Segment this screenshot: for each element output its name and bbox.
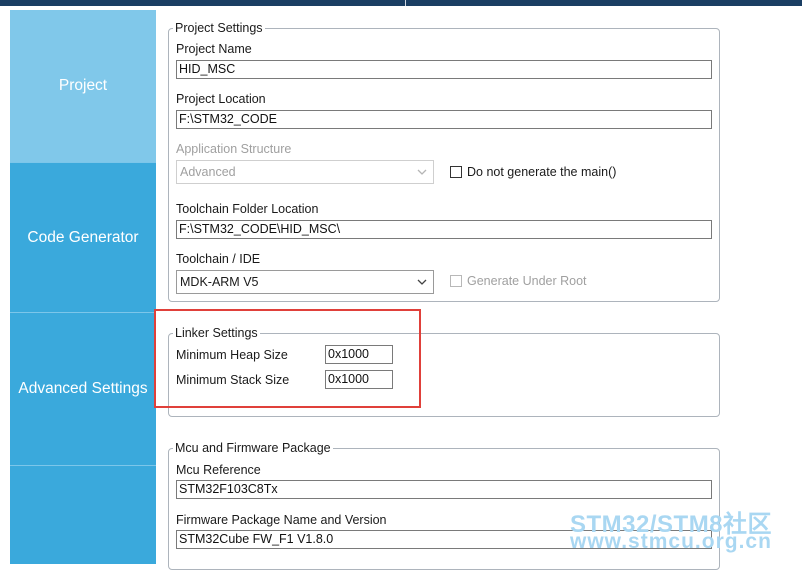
app-structure-select[interactable]: Advanced (176, 160, 434, 184)
project-name-label: Project Name (176, 42, 252, 56)
toolchain-ide-select[interactable]: MDK-ARM V5 (176, 270, 434, 294)
watermark-url: www.stmcu.org.cn (570, 530, 772, 553)
main-content: Project Settings Project Name HID_MSC Pr… (156, 6, 802, 570)
generate-under-root-label: Generate Under Root (467, 274, 587, 288)
group-title: Project Settings (173, 20, 265, 36)
group-title: Mcu and Firmware Package (173, 440, 333, 456)
sidebar-item-advanced-settings[interactable]: Advanced Settings (10, 313, 156, 466)
no-main-label: Do not generate the main() (467, 165, 617, 179)
chevron-down-icon (417, 279, 427, 285)
mcu-reference-label: Mcu Reference (176, 463, 261, 477)
sidebar-item-project[interactable]: Project (10, 10, 156, 163)
highlight-box (154, 309, 421, 408)
sidebar: Project Code Generator Advanced Settings (10, 10, 156, 564)
project-settings-group: Project Settings Project Name HID_MSC Pr… (168, 20, 720, 302)
app-structure-value: Advanced (180, 165, 236, 179)
toolchain-ide-value: MDK-ARM V5 (180, 275, 259, 289)
mcu-reference-input[interactable]: STM32F103C8Tx (176, 480, 712, 499)
project-name-input[interactable]: HID_MSC (176, 60, 712, 79)
sidebar-item-label: Advanced Settings (18, 380, 148, 397)
toolchain-folder-label: Toolchain Folder Location (176, 202, 319, 216)
sidebar-item-code-generator[interactable]: Code Generator (10, 163, 156, 313)
project-location-input[interactable]: F:\STM32_CODE (176, 110, 712, 129)
project-location-label: Project Location (176, 92, 266, 106)
no-main-checkbox[interactable] (450, 166, 462, 178)
chevron-down-icon (417, 169, 427, 175)
generate-under-root-checkbox[interactable] (450, 275, 462, 287)
toolchain-folder-input[interactable]: F:\STM32_CODE\HID_MSC\ (176, 220, 712, 239)
sidebar-item-label: Code Generator (27, 228, 139, 246)
app-structure-label: Application Structure (176, 142, 292, 156)
firmware-label: Firmware Package Name and Version (176, 513, 387, 527)
toolchain-ide-label: Toolchain / IDE (176, 252, 261, 266)
sidebar-item-extra[interactable] (10, 466, 156, 564)
sidebar-item-label: Project (58, 77, 108, 94)
